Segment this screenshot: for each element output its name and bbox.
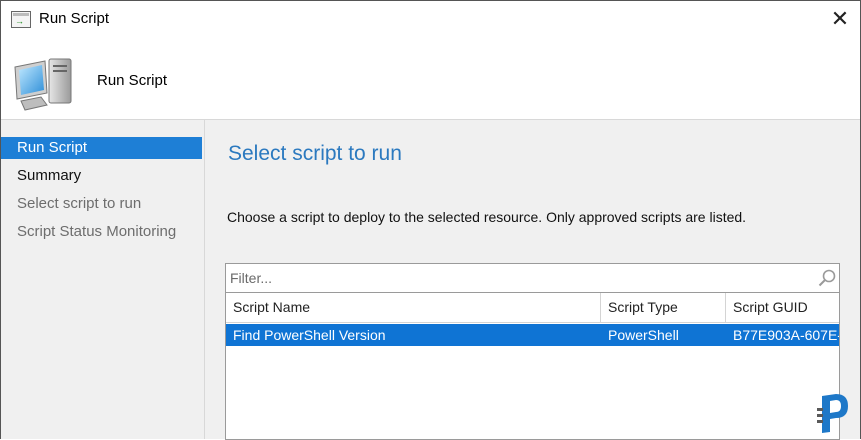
nav-item-select-script[interactable]: Select script to run xyxy=(1,193,202,215)
main-content: Select script to run Choose a script to … xyxy=(204,119,860,440)
column-header-script-type[interactable]: Script Type xyxy=(601,293,726,322)
table-row[interactable]: Find PowerShell Version PowerShell B77E9… xyxy=(226,324,840,346)
run-script-dialog: → Run Script ✕ Run Script Run Script Sum… xyxy=(0,0,861,440)
filter-box xyxy=(225,263,840,293)
window-title: Run Script xyxy=(39,10,110,27)
cell-script-guid: B77E903A-607E-4 xyxy=(733,327,840,343)
table-header: Script Name Script Type Script GUID xyxy=(226,293,839,323)
wizard-header: Run Script xyxy=(1,39,860,119)
computer-icon xyxy=(14,58,72,111)
column-header-script-name[interactable]: Script Name xyxy=(226,293,601,322)
close-button[interactable]: ✕ xyxy=(823,5,857,35)
title-bar: → Run Script ✕ xyxy=(1,1,860,39)
page-title: Select script to run xyxy=(228,142,402,165)
filter-input[interactable] xyxy=(230,268,800,288)
scripts-table: Script Name Script Type Script GUID Find… xyxy=(225,292,840,440)
search-icon[interactable] xyxy=(817,268,837,288)
wizard-nav: Run Script Summary Select script to run … xyxy=(1,119,204,439)
nav-item-status-monitoring[interactable]: Script Status Monitoring xyxy=(1,221,202,243)
page-description: Choose a script to deploy to the selecte… xyxy=(227,209,747,225)
column-header-script-guid[interactable]: Script GUID xyxy=(726,293,839,322)
nav-item-summary[interactable]: Summary xyxy=(1,165,202,187)
watermark-logo xyxy=(817,394,848,433)
app-window-icon: → xyxy=(11,11,31,28)
nav-item-run-script[interactable]: Run Script xyxy=(1,137,202,159)
header-title: Run Script xyxy=(97,72,168,89)
cell-script-type: PowerShell xyxy=(608,327,679,343)
cell-script-name: Find PowerShell Version xyxy=(233,327,386,343)
